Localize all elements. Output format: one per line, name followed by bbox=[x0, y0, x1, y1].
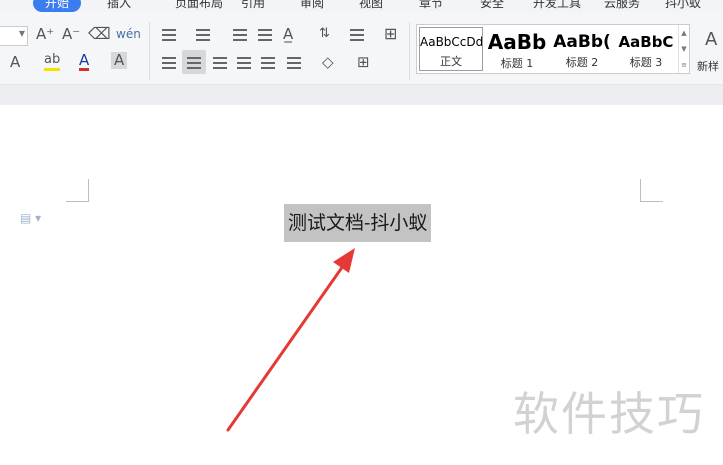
sort-icon[interactable]: ⇅ bbox=[319, 24, 330, 44]
font-color-icon[interactable]: A bbox=[79, 52, 90, 71]
watermark: 软件技巧 bbox=[513, 387, 705, 441]
scroll-up-icon[interactable]: ▲ bbox=[679, 25, 689, 41]
align-center-button[interactable] bbox=[182, 50, 206, 74]
increase-indent-icon[interactable] bbox=[258, 29, 272, 44]
menu-bar: 开始 插入 页面布局 引用 审阅 视图 章节 安全 开发工具 云服务 抖小蚁 bbox=[0, 0, 723, 12]
ribbon-separator bbox=[409, 22, 410, 80]
paragraph-options-icon[interactable]: ▤ ▾ bbox=[20, 211, 41, 225]
style-sample: AaBb( bbox=[553, 32, 611, 52]
style-name: 标题 2 bbox=[565, 56, 599, 69]
justify-icon[interactable] bbox=[237, 57, 251, 72]
character-shading-icon[interactable]: A bbox=[111, 52, 128, 69]
style-heading-3[interactable]: AaBbC 标题 3 bbox=[614, 27, 678, 71]
tab-view[interactable]: 视图 bbox=[359, 0, 383, 11]
new-style-icon[interactable]: A bbox=[705, 29, 717, 50]
tab-cloud[interactable]: 云服务 bbox=[604, 0, 640, 11]
font-size-dropdown[interactable]: ▼ bbox=[0, 26, 28, 46]
tab-review[interactable]: 审阅 bbox=[300, 0, 324, 11]
align-left-icon[interactable] bbox=[162, 57, 176, 72]
style-heading-1[interactable]: AaBb 标题 1 bbox=[485, 27, 549, 71]
tab-home[interactable]: 开始 bbox=[33, 0, 82, 12]
bullet-list-icon[interactable] bbox=[162, 29, 176, 44]
show-hide-marks-icon[interactable]: ⊞ bbox=[384, 24, 397, 44]
style-name: 标题 1 bbox=[500, 57, 534, 70]
distributed-align-icon[interactable] bbox=[261, 57, 275, 72]
numbered-list-icon[interactable] bbox=[196, 29, 210, 44]
highlight-icon[interactable]: ab bbox=[44, 52, 61, 71]
align-center-icon bbox=[187, 57, 201, 72]
style-sample: AaBbCcDd bbox=[420, 35, 482, 49]
grow-font-icon[interactable]: A⁺ bbox=[36, 24, 54, 44]
style-gallery: AaBbCcDd 正文 AaBb 标题 1 AaBb( 标题 2 AaBbC 标… bbox=[416, 24, 690, 74]
style-heading-2[interactable]: AaBb( 标题 2 bbox=[550, 27, 614, 71]
style-name: 标题 3 bbox=[629, 56, 663, 69]
shrink-font-icon[interactable]: A⁻ bbox=[62, 24, 80, 44]
style-sample: AaBb bbox=[487, 30, 547, 54]
scroll-down-icon[interactable]: ▼ bbox=[679, 41, 689, 57]
line-spacing-icon[interactable] bbox=[287, 57, 301, 72]
style-name: 正文 bbox=[440, 55, 462, 68]
gallery-scrollbar[interactable]: ▲ ▼ ≡ bbox=[678, 25, 689, 73]
tab-references[interactable]: 引用 bbox=[241, 0, 265, 11]
tab-insert[interactable]: 插入 bbox=[107, 0, 131, 11]
tab-page-layout[interactable]: 页面布局 bbox=[175, 0, 223, 11]
shading-icon[interactable]: ◇ bbox=[322, 52, 334, 72]
chevron-down-icon: ▼ bbox=[18, 29, 25, 38]
margin-marker-top-right bbox=[640, 179, 663, 202]
line-spacing-toggle-icon[interactable] bbox=[350, 29, 364, 44]
decrease-indent-icon[interactable] bbox=[233, 29, 247, 44]
eraser-icon[interactable]: ⌫ bbox=[88, 24, 111, 44]
align-right-icon[interactable] bbox=[213, 57, 227, 72]
style-sample: AaBbC bbox=[618, 33, 674, 51]
ribbon-document-divider bbox=[0, 85, 723, 105]
phonetic-guide-icon[interactable]: wén bbox=[116, 24, 141, 44]
tab-developer[interactable]: 开发工具 bbox=[533, 0, 581, 11]
tab-security[interactable]: 安全 bbox=[480, 0, 504, 11]
margin-marker-top-left bbox=[66, 179, 89, 202]
text-effect-icon[interactable]: A bbox=[10, 52, 20, 72]
borders-icon[interactable]: ⊞ bbox=[357, 52, 370, 72]
chinese-layout-icon[interactable]: A̲ bbox=[283, 24, 293, 44]
new-style-button[interactable]: 新样 bbox=[697, 58, 719, 74]
tab-chapter[interactable]: 章节 bbox=[419, 0, 443, 11]
tab-user[interactable]: 抖小蚁 bbox=[665, 0, 701, 11]
selected-document-text[interactable]: 测试文档-抖小蚁 bbox=[284, 204, 432, 242]
ribbon-separator bbox=[149, 22, 150, 80]
expand-gallery-icon[interactable]: ≡ bbox=[679, 57, 689, 73]
style-normal[interactable]: AaBbCcDd 正文 bbox=[419, 27, 483, 71]
